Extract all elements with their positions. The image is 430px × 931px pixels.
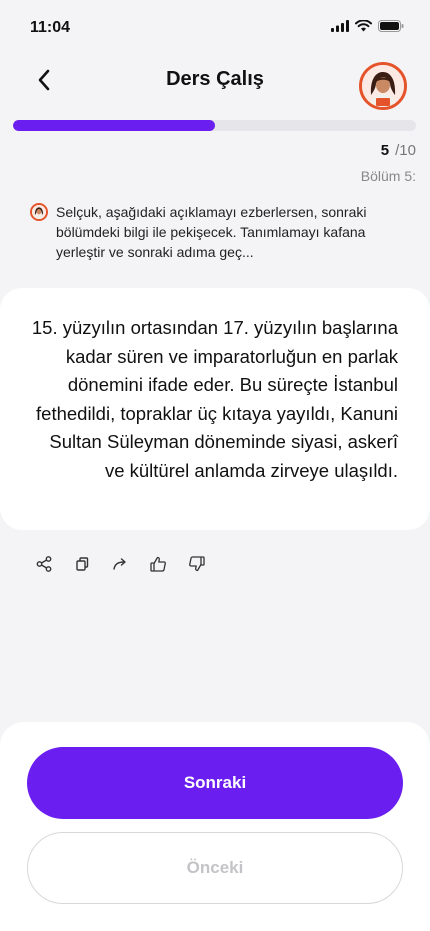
progress-total: /10 <box>395 142 416 159</box>
signal-icon <box>331 19 349 37</box>
instruction-text: Selçuk, aşağıdaki açıklamayı ezberlersen… <box>56 204 367 260</box>
card-text: 15. yüzyılın ortasından 17. yüzyılın baş… <box>31 317 398 481</box>
status-bar: 11:04 <box>0 0 430 56</box>
next-button[interactable]: Sonraki <box>27 747 403 819</box>
status-time: 11:04 <box>30 19 71 36</box>
section-label: Bölüm 5: <box>360 168 416 184</box>
progress-count: 5/10 <box>381 142 416 159</box>
thumbs-down-icon[interactable] <box>188 556 206 574</box>
content-card: 15. yüzyılın ortasından 17. yüzyılın baş… <box>0 288 430 530</box>
tutor-mini-avatar <box>30 203 48 221</box>
action-row <box>36 556 206 574</box>
status-icons <box>331 19 404 37</box>
thumbs-up-icon[interactable] <box>150 556 168 574</box>
wifi-icon <box>355 19 372 37</box>
previous-button[interactable]: Önceki <box>27 832 403 904</box>
copy-icon[interactable] <box>74 556 92 574</box>
share-icon[interactable] <box>36 556 54 574</box>
progress-current: 5 <box>380 142 390 159</box>
avatar[interactable] <box>359 62 407 110</box>
progress-bar <box>13 120 416 131</box>
instruction: Selçuk, aşağıdaki açıklamayı ezberlersen… <box>30 202 410 262</box>
battery-icon <box>378 19 404 37</box>
forward-icon[interactable] <box>112 556 130 574</box>
progress-fill <box>13 120 215 131</box>
header: Ders Çalış <box>0 56 430 110</box>
